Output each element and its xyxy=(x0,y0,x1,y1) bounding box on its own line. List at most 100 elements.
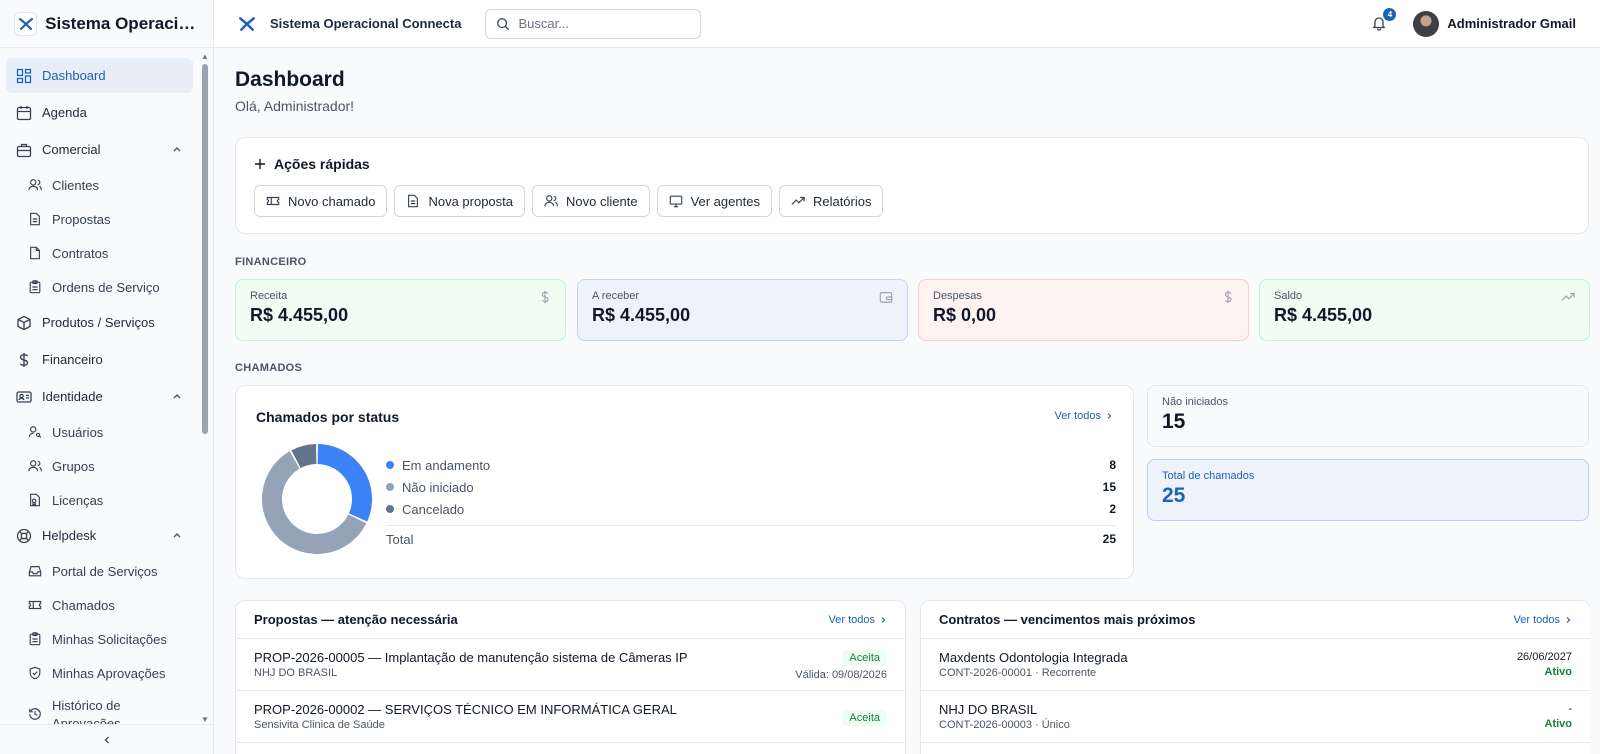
link-label: Ver todos xyxy=(1054,410,1101,422)
sidebar-item-historico-de-aprovacoes[interactable]: Histórico de Aprovações xyxy=(6,691,193,724)
legend-dot xyxy=(386,483,394,491)
contratos-title: Contratos — vencimentos mais próximos xyxy=(939,612,1196,627)
license-icon xyxy=(30,493,40,507)
proposal-client: NHJ DO BRASIL xyxy=(254,667,338,679)
users-icon xyxy=(544,195,558,207)
sidebar-collapse-button[interactable] xyxy=(0,724,213,754)
dashboard-icon xyxy=(16,68,32,83)
sidebar-item-label: Comercial xyxy=(42,142,101,157)
reports-button[interactable]: Relatórios xyxy=(778,185,884,217)
dollar-icon xyxy=(19,352,29,367)
link-label: Ver todos xyxy=(1513,613,1560,626)
document-icon xyxy=(408,194,419,208)
sidebar-item-licencas[interactable]: Licenças xyxy=(6,484,193,516)
notifications-button[interactable]: 4 xyxy=(1371,7,1397,33)
sidebar-item-chamados[interactable]: Chamados xyxy=(6,589,193,621)
donut-slice-0 xyxy=(317,444,372,522)
button-label: Novo cliente xyxy=(566,193,638,209)
search-input[interactable]: Buscar... xyxy=(485,8,702,39)
link-label: Ver todos xyxy=(828,613,875,626)
sidebar-item-label: Financeiro xyxy=(42,352,103,367)
notification-badge: 4 xyxy=(1383,7,1397,21)
new-client-button[interactable]: Novo cliente xyxy=(532,185,650,217)
chevron-right-icon xyxy=(1107,413,1112,419)
sidebar-item-usuarios[interactable]: Usuários xyxy=(6,416,193,448)
ver-todos-link[interactable]: Ver todos xyxy=(1055,410,1113,422)
sidebar-item-propostas[interactable]: Propostas xyxy=(6,203,193,235)
sidebar-item-ordens-de-servico[interactable]: Ordens de Serviço xyxy=(6,271,193,303)
sidebar-item-label: Portal de Serviços xyxy=(52,563,158,579)
sidebar-item-agenda[interactable]: Agenda xyxy=(6,95,193,130)
status-badge: Aceita xyxy=(842,650,887,666)
sidebar-item-identidade[interactable]: Identidade xyxy=(6,379,193,414)
chevron-up-icon xyxy=(173,533,181,538)
sidebar-item-label: Helpdesk xyxy=(42,528,97,543)
page-title: Dashboard xyxy=(235,68,345,91)
despesas-card: Despesas R$ 0,00 xyxy=(918,279,1249,341)
briefcase-icon xyxy=(16,143,32,157)
receita-card: Receita R$ 4.455,00 xyxy=(235,279,566,341)
nao-iniciados-stat[interactable]: Não iniciados 15 xyxy=(1147,385,1589,447)
ver-todos-link[interactable]: Ver todos xyxy=(829,614,887,626)
sidebar-item-grupos[interactable]: Grupos xyxy=(6,450,193,482)
card-value: R$ 4.455,00 xyxy=(250,305,349,325)
list-item[interactable]: PROP-2026-00005 — Implantação de manuten… xyxy=(236,639,905,691)
sidebar-item-portal-de-servicos[interactable]: Portal de Serviços xyxy=(6,555,193,587)
sidebar-item-label: Minhas Aprovações xyxy=(52,665,166,681)
users-icon xyxy=(28,460,42,472)
list-item[interactable]: NHJ DO BRASIL CONT-2026-00003 · Único - … xyxy=(921,691,1590,743)
view-agents-button[interactable]: Ver agentes xyxy=(656,185,772,217)
trending-up-icon xyxy=(1561,292,1575,301)
topbar: Sistema Operacional Connecta Buscar... 4… xyxy=(214,0,1600,48)
dollar-icon xyxy=(1224,290,1232,304)
monitor-icon xyxy=(669,195,682,208)
sidebar-brand[interactable]: Sistema Operacional Connecta xyxy=(0,0,213,48)
sidebar-item-label: Agenda xyxy=(42,105,87,120)
sidebar-item-label: Propostas xyxy=(52,211,111,227)
sidebar-item-minhas-solicitacoes[interactable]: Minhas Solicitações xyxy=(6,623,193,655)
stat-value: 15 xyxy=(1162,410,1186,433)
lifebuoy-icon xyxy=(16,528,32,543)
card-label: A receber xyxy=(592,290,640,302)
ver-todos-link[interactable]: Ver todos xyxy=(1514,614,1572,626)
brand-logo-icon xyxy=(14,11,38,36)
chevron-up-icon xyxy=(173,394,181,399)
proposal-validity: Válida: 09/08/2026 xyxy=(795,669,887,681)
legend-value: 15 xyxy=(1102,480,1116,494)
sidebar-item-financeiro[interactable]: Financeiro xyxy=(6,342,193,377)
sidebar-item-produtos-servicos[interactable]: Produtos / Serviços xyxy=(6,305,193,340)
sidebar-scrollbar[interactable]: ▲ ▼ xyxy=(201,52,209,724)
button-label: Ver agentes xyxy=(690,193,760,209)
sidebar-item-clientes[interactable]: Clientes xyxy=(6,169,193,201)
sidebar-item-contratos[interactable]: Contratos xyxy=(6,237,193,269)
calendar-icon xyxy=(16,105,32,120)
sidebar-item-label: Identidade xyxy=(42,389,103,404)
scroll-up-icon[interactable]: ▲ xyxy=(201,52,209,61)
sidebar-item-label: Chamados xyxy=(52,597,115,613)
list-item[interactable]: Maxdents Odontologia Integrada CONT-2026… xyxy=(921,639,1590,691)
sidebar-item-minhas-aprovacoes[interactable]: Minhas Aprovações xyxy=(6,657,193,689)
new-proposal-button[interactable]: Nova proposta xyxy=(394,185,526,217)
scroll-thumb[interactable] xyxy=(202,64,208,434)
chevron-up-icon xyxy=(173,147,181,152)
card-value: R$ 4.455,00 xyxy=(592,305,691,325)
page-subtitle: Olá, Administrador! xyxy=(235,98,355,114)
quick-actions-title: Ações rápidas xyxy=(254,156,370,172)
user-menu[interactable]: Administrador Gmail xyxy=(1413,10,1576,37)
scroll-down-icon[interactable]: ▼ xyxy=(201,715,209,724)
sidebar-item-label: Ordens de Serviço xyxy=(52,279,160,295)
plus-icon xyxy=(255,159,265,169)
sidebar-item-helpdesk[interactable]: Helpdesk xyxy=(6,518,193,553)
sidebar-item-comercial[interactable]: Comercial xyxy=(6,132,193,167)
sidebar-item-label: Minhas Solicitações xyxy=(52,631,167,647)
sidebar-item-dashboard[interactable]: Dashboard xyxy=(6,58,193,93)
sidebar: Sistema Operacional Connecta Dashboard A… xyxy=(0,0,214,754)
total-chamados-stat[interactable]: Total de chamados 25 xyxy=(1147,459,1589,521)
new-ticket-button[interactable]: Novo chamado xyxy=(254,185,388,217)
clipboard-icon xyxy=(29,280,41,294)
status-badge: Ativo xyxy=(1544,718,1573,730)
list-item[interactable]: PROP-2026-00002 — SERVIÇOS TÉCNICO EM IN… xyxy=(236,691,905,743)
main-content: Dashboard Olá, Administrador! Ações rápi… xyxy=(235,48,1590,754)
contratos-card: Contratos — vencimentos mais próximos Ve… xyxy=(920,600,1590,754)
sidebar-item-label: Grupos xyxy=(52,458,95,474)
